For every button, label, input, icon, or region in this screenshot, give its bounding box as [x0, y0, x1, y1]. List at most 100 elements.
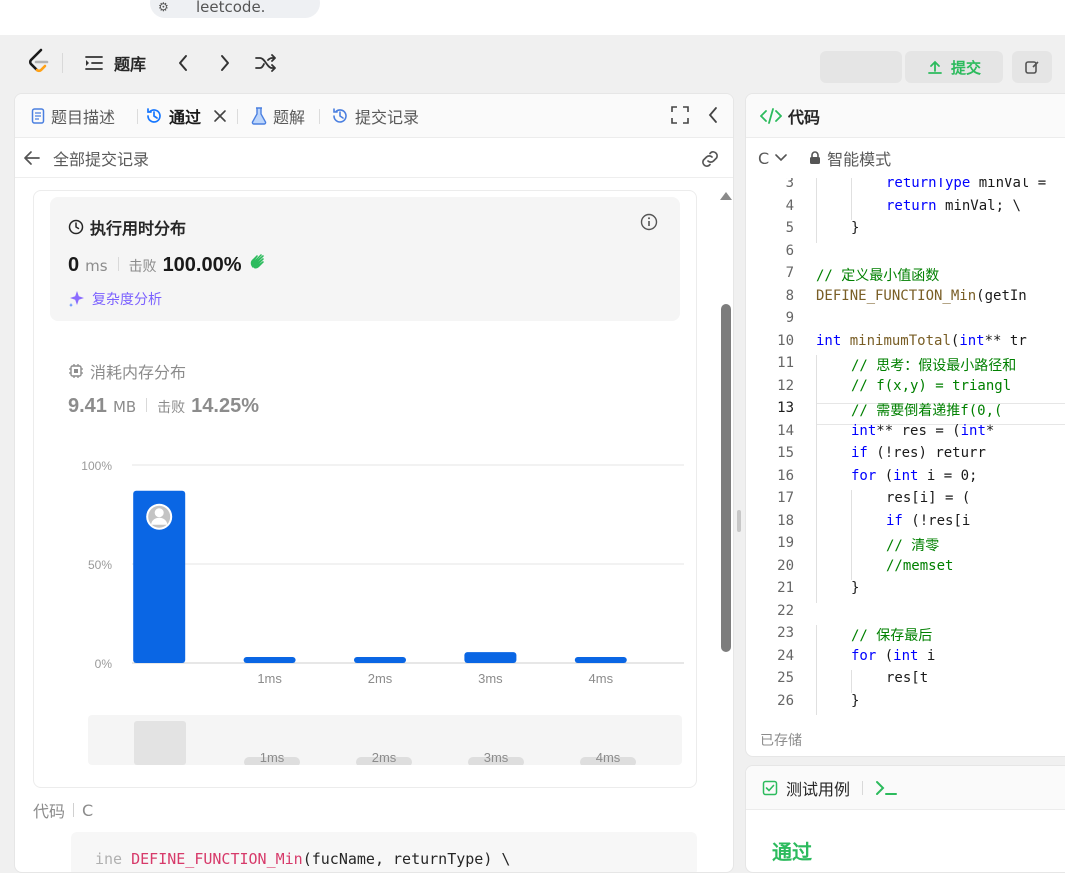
- minimap-selection[interactable]: [134, 721, 186, 765]
- terminal-icon[interactable]: [875, 780, 898, 796]
- chart-bar[interactable]: [464, 652, 517, 663]
- y-tick-label: 0%: [95, 657, 113, 671]
- indent-guide: [816, 557, 817, 580]
- complexity-analysis-link[interactable]: 复杂度分析: [68, 289, 162, 309]
- line-number: 3: [785, 178, 794, 191]
- smart-mode-toggle[interactable]: 智能模式: [809, 146, 891, 170]
- divider: [862, 780, 864, 795]
- line-number: 17: [777, 490, 794, 506]
- code-text: // 思考：假设最小路径和: [851, 358, 1017, 374]
- code-line: 11 // 思考：假设最小路径和: [746, 355, 1065, 378]
- minimap-label: 3ms: [484, 750, 509, 765]
- chevron-left-icon: [179, 55, 187, 71]
- runtime-distribution-box[interactable]: 执行用时分布 0 ms 击败 100.00% 复杂度分析: [50, 197, 680, 321]
- saved-status: 已存储: [760, 733, 802, 749]
- shuffle-icon: [255, 54, 276, 72]
- tab-submissions[interactable]: 提交记录: [331, 94, 419, 138]
- edit-icon: [1025, 61, 1039, 74]
- runtime-beats-label: 击败: [128, 259, 157, 275]
- tab-testcase-label[interactable]: 测试用例: [786, 776, 850, 800]
- complexity-label: 复杂度分析: [92, 292, 162, 308]
- tab-submissions-label: 提交记录: [355, 108, 420, 127]
- runtime-title: 执行用时分布: [68, 215, 186, 239]
- indent-guide: [851, 490, 852, 513]
- code-line: 18 if (!res[i: [746, 512, 1065, 535]
- code-line: 24 for (int i: [746, 647, 1065, 670]
- indent-guide: [816, 445, 817, 468]
- code-line: 7 // 定义最小值函数: [746, 265, 1065, 288]
- lock-icon: [810, 151, 821, 164]
- memory-unit: MB: [112, 398, 137, 416]
- code-line: 9: [746, 310, 1065, 333]
- panel-resize-handle[interactable]: [737, 510, 741, 532]
- language-select[interactable]: C: [758, 149, 787, 168]
- indent-guide: [816, 692, 817, 715]
- leetcode-logo-icon[interactable]: [26, 47, 52, 77]
- chart-bar[interactable]: [354, 657, 406, 663]
- line-number: 6: [785, 242, 794, 259]
- scroll-up-arrow-icon[interactable]: [720, 192, 732, 200]
- divider: [146, 398, 148, 412]
- back-to-all-submissions[interactable]: 全部提交记录: [23, 146, 149, 170]
- tab-divider: [237, 109, 238, 124]
- indent-guide: [816, 400, 817, 423]
- code-editor[interactable]: 3 returnType minVal = 4 return minVal; \ 5} 6…: [746, 178, 1065, 718]
- memory-beats-value: 14.25%: [191, 395, 260, 417]
- close-icon[interactable]: [213, 109, 227, 123]
- code-line: 17 res[i] = (: [746, 490, 1065, 513]
- code-line: 20 //memset: [746, 557, 1065, 580]
- code-line: 16 for (int i = 0;: [746, 467, 1065, 490]
- share-link-icon[interactable]: [699, 148, 721, 170]
- collapse-panel-icon[interactable]: [707, 106, 723, 126]
- fullscreen-icon[interactable]: [671, 106, 691, 126]
- clock-icon: [68, 219, 84, 235]
- prev-problem-button[interactable]: [172, 49, 194, 77]
- code-snippet-rest: (fucName, returnType) \: [302, 850, 511, 868]
- tab-solution-label: 题解: [273, 108, 306, 127]
- tab-accepted-label: 通过: [169, 108, 202, 127]
- memory-title[interactable]: 消耗内存分布: [68, 359, 186, 383]
- left-tab-bar: 题目描述 通过 题解 提交记录: [15, 94, 733, 138]
- indent-guide: [851, 197, 852, 220]
- chevron-down-icon: [775, 154, 787, 162]
- line-number: 18: [777, 512, 794, 529]
- address-text: leetcode.: [196, 0, 266, 16]
- random-problem-button[interactable]: [254, 49, 278, 77]
- code-snippet-macro: DEFINE_FUNCTION_Min: [131, 850, 303, 868]
- next-problem-button[interactable]: [214, 49, 236, 77]
- runtime-distribution-chart: 100% 50% 0% 1ms 2ms 3ms 4ms: [81, 459, 684, 686]
- runtime-unit: ms: [85, 257, 108, 275]
- notes-button[interactable]: [1012, 51, 1052, 83]
- code-text: // 清零: [886, 538, 940, 554]
- problem-list-button[interactable]: 题库: [84, 49, 146, 77]
- indent-guide: [851, 557, 852, 580]
- code-line: 12 // f(x,y) = triangl: [746, 377, 1065, 400]
- line-number: 16: [777, 467, 794, 484]
- submit-label: 提交: [950, 58, 981, 77]
- divider: [62, 53, 63, 73]
- runtime-beats-value: 100.00%: [162, 254, 242, 276]
- run-button[interactable]: [820, 51, 902, 83]
- info-icon[interactable]: [640, 213, 660, 233]
- chart-range-minimap[interactable]: 1ms 2ms 3ms 4ms: [88, 715, 682, 765]
- tab-description[interactable]: 题目描述: [31, 94, 115, 138]
- submit-button[interactable]: 提交: [905, 51, 1003, 83]
- chart-bar[interactable]: [243, 657, 296, 663]
- code-line: 14 int** res = (int*: [746, 422, 1065, 445]
- minimap-label: 4ms: [596, 750, 621, 765]
- scrollbar-thumb[interactable]: [721, 304, 731, 652]
- chip-icon: [69, 364, 83, 378]
- indent-guide: [851, 535, 852, 558]
- code-line: 19 // 清零: [746, 535, 1065, 558]
- code-text: // 定义最小值函数: [816, 268, 940, 284]
- tab-solution[interactable]: 题解: [251, 94, 305, 138]
- site-settings-icon[interactable]: ⚙: [158, 0, 176, 14]
- indent-guide: [851, 670, 852, 693]
- line-number: 9: [785, 310, 794, 326]
- code-line: 13 // 需要倒着递推f(0,(: [746, 400, 1065, 423]
- tab-accepted[interactable]: 通过: [145, 94, 227, 138]
- line-number: 20: [777, 557, 794, 574]
- address-bar[interactable]: ⚙ leetcode.: [150, 0, 320, 18]
- chart-bar[interactable]: [574, 657, 627, 663]
- memory-beats-label: 击败: [157, 400, 186, 416]
